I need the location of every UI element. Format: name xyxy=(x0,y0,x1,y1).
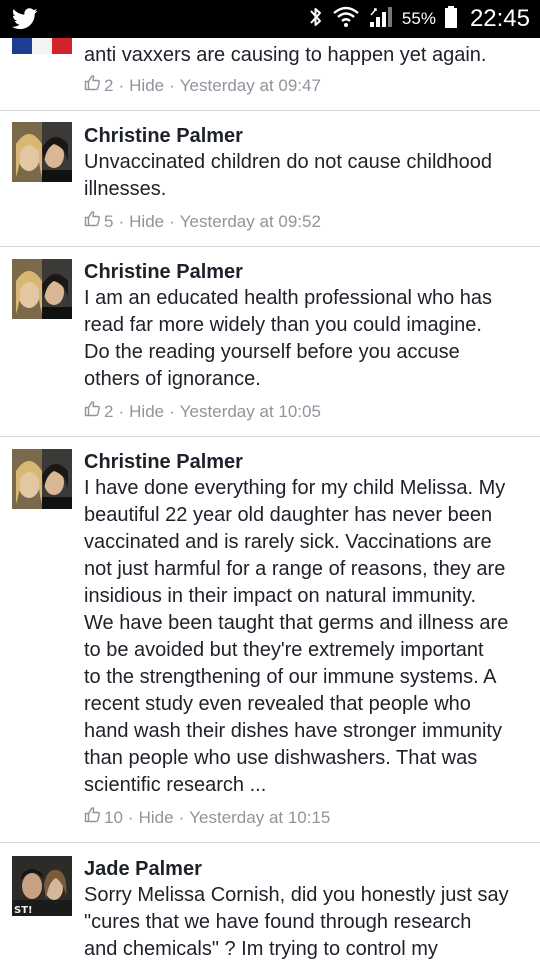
avatar[interactable] xyxy=(12,259,72,319)
comment-text: Unvaccinated children do not cause child… xyxy=(84,151,493,200)
status-bar: 55% 22:45 xyxy=(0,0,540,38)
avatar[interactable]: ST! xyxy=(12,856,72,916)
battery-icon xyxy=(444,5,458,34)
battery-percent: 55% xyxy=(401,9,436,28)
comment-author[interactable]: Christine Palmer xyxy=(84,260,243,284)
comment-time[interactable]: Yesterday at 10:05 xyxy=(180,401,321,423)
hide-link[interactable]: Hide xyxy=(129,211,164,233)
comment-author[interactable]: Christine Palmer xyxy=(84,450,243,474)
avatar[interactable] xyxy=(12,449,72,509)
like-thumb-icon[interactable] xyxy=(84,400,101,423)
clock: 22:45 xyxy=(469,5,530,32)
comment-item: Christine Palmer Unvaccinated children d… xyxy=(0,111,540,246)
avatar[interactable] xyxy=(12,122,72,182)
twitter-icon xyxy=(11,8,38,35)
hide-link[interactable]: Hide xyxy=(129,75,164,97)
bluetooth-icon xyxy=(308,5,324,34)
signal-icon xyxy=(368,5,394,34)
comments-feed[interactable]: anti vaxxers are causing to happen yet a… xyxy=(0,38,540,960)
comment-item: ST! Jade Palmer Sorry Melissa Cornish, d… xyxy=(0,843,540,960)
separator-dot: · xyxy=(118,211,125,231)
svg-text:ST!: ST! xyxy=(14,905,33,916)
comment-meta: 2 · Hide · Yesterday at 09:47 xyxy=(84,74,321,97)
comment-time[interactable]: Yesterday at 09:47 xyxy=(180,75,321,97)
separator-dot: · xyxy=(118,401,125,421)
like-thumb-icon[interactable] xyxy=(84,74,101,97)
hide-link[interactable]: Hide xyxy=(129,401,164,423)
separator-dot: · xyxy=(169,211,175,231)
separator-dot: · xyxy=(178,807,185,827)
hide-link[interactable]: Hide xyxy=(139,807,174,829)
separator-dot: · xyxy=(169,75,175,95)
like-count: 2 xyxy=(104,401,114,421)
comment-time[interactable]: Yesterday at 09:52 xyxy=(180,211,321,233)
comment-meta: 10 · Hide · Yesterday at 10:15 xyxy=(84,806,330,829)
comment-meta: 5 · Hide · Yesterday at 09:52 xyxy=(84,210,321,233)
comment-item: Christine Palmer I am an educated health… xyxy=(0,247,540,436)
comment-text: I am an educated health professional who… xyxy=(84,287,493,390)
comment-meta: 2 · Hide · Yesterday at 10:05 xyxy=(84,400,321,423)
comment-author[interactable]: Jade Palmer xyxy=(84,857,202,881)
like-thumb-icon[interactable] xyxy=(84,210,101,233)
comment-time[interactable]: Yesterday at 10:15 xyxy=(189,807,330,829)
separator-dot: · xyxy=(127,807,134,827)
comment-text: I have done everything for my child Meli… xyxy=(84,477,509,796)
comment-author[interactable]: Christine Palmer xyxy=(84,124,243,148)
separator-dot: · xyxy=(118,75,125,95)
comment-item: Christine Palmer I have done everything … xyxy=(0,437,540,842)
wifi-icon xyxy=(332,5,360,34)
comment-item: anti vaxxers are causing to happen yet a… xyxy=(0,38,540,110)
like-thumb-icon[interactable] xyxy=(84,806,101,829)
like-count: 2 xyxy=(104,75,114,95)
like-count: 10 xyxy=(104,807,123,827)
separator-dot: · xyxy=(169,401,175,421)
flag-avatar[interactable] xyxy=(12,38,72,54)
comment-text: Sorry Melissa Cornish, did you honestly … xyxy=(84,884,509,960)
like-count: 5 xyxy=(104,211,114,231)
comment-text: anti vaxxers are causing to happen yet a… xyxy=(84,44,487,66)
